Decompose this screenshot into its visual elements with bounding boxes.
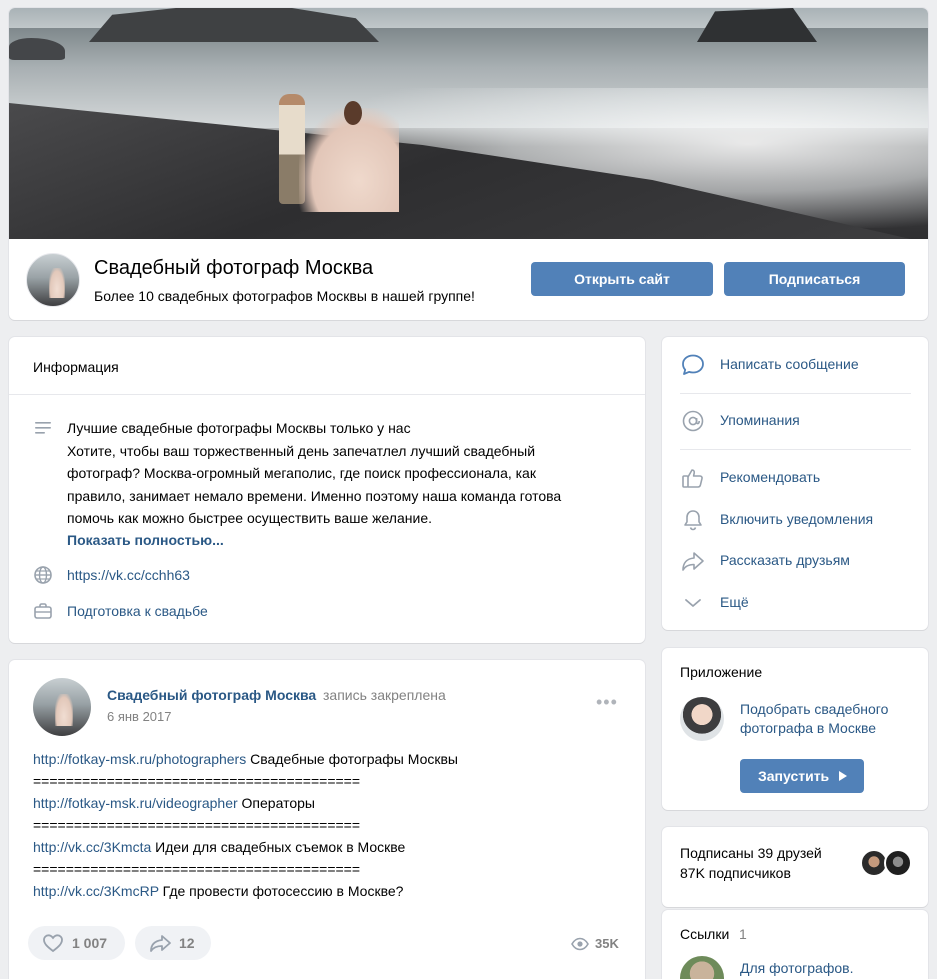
group-avatar[interactable] <box>26 253 80 307</box>
post-line: http://vk.cc/3Kmcta Идеи для свадебных с… <box>33 839 406 855</box>
post-author-avatar[interactable] <box>33 678 91 736</box>
subscribe-button[interactable]: Подписаться <box>724 262 905 296</box>
links-heading: Ссылки <box>680 926 730 942</box>
briefcase-icon <box>34 603 52 619</box>
subscribers-count: 87K подписчиков <box>680 865 791 881</box>
pinned-post: Свадебный фотограф Москва запись закрепл… <box>9 660 645 979</box>
share-count: 12 <box>179 935 195 951</box>
app-image[interactable] <box>680 697 724 741</box>
bell-icon <box>684 510 702 531</box>
post-link[interactable]: http://fotkay-msk.ru/videographer <box>33 795 238 811</box>
open-site-button[interactable]: Открыть сайт <box>531 262 713 296</box>
link-image[interactable] <box>680 956 724 979</box>
share-button[interactable]: 12 <box>135 926 211 960</box>
like-button[interactable]: 1 007 <box>28 926 125 960</box>
heart-icon <box>43 934 63 953</box>
post-link[interactable]: http://vk.cc/3Kmcta <box>33 839 151 855</box>
app-name-link[interactable]: Подобрать свадебного фотографа в Москве <box>740 700 915 738</box>
post-line: http://fotkay-msk.ru/videographer Операт… <box>33 795 315 811</box>
action-notifications[interactable]: Включить уведомления <box>680 508 910 532</box>
eye-icon <box>571 937 589 951</box>
more-icon[interactable]: ••• <box>596 693 618 711</box>
post-line: http://vk.cc/3KmcRP Где провести фотосес… <box>33 883 404 899</box>
views-counter: 35K <box>571 936 619 951</box>
share-icon <box>682 552 704 571</box>
chevron-down-icon <box>685 599 701 607</box>
group-actions: Написать сообщение Упоминания Рекомендов… <box>662 337 928 630</box>
message-icon <box>682 354 704 375</box>
description-icon <box>35 422 51 434</box>
post-link[interactable]: http://vk.cc/3KmcRP <box>33 883 159 899</box>
post-line: http://fotkay-msk.ru/photographers Сваде… <box>33 751 458 767</box>
group-title: Свадебный фотограф Москва <box>94 257 374 279</box>
link-item[interactable]: Для фотографов. <box>740 960 853 976</box>
followers-widget[interactable]: Подписаны 39 друзей 87K подписчиков <box>662 827 928 907</box>
group-header: Свадебный фотограф Москва Более 10 сваде… <box>9 8 928 320</box>
launch-app-button[interactable]: Запустить <box>740 759 864 793</box>
globe-icon <box>34 566 52 584</box>
links-count: 1 <box>739 926 747 942</box>
play-icon <box>839 771 847 781</box>
app-widget: Приложение Подобрать свадебного фотограф… <box>662 648 928 810</box>
post-line: ======================================== <box>33 817 361 833</box>
action-mentions[interactable]: Упоминания <box>680 409 910 433</box>
links-widget: Ссылки 1 Для фотографов. <box>662 910 928 979</box>
like-count: 1 007 <box>72 935 108 951</box>
app-heading: Приложение <box>680 664 763 680</box>
post-pinned-label: запись закреплена <box>323 687 446 703</box>
post-link[interactable]: http://fotkay-msk.ru/photographers <box>33 751 246 767</box>
info-card: Информация Лучшие свадебные фотографы Мо… <box>9 337 645 643</box>
action-recommend[interactable]: Рекомендовать <box>680 466 910 490</box>
action-more[interactable]: Ещё <box>680 591 910 615</box>
friend-avatar <box>884 849 912 877</box>
group-status: Более 10 свадебных фотографов Москвы в н… <box>94 288 475 304</box>
post-line: ======================================== <box>33 861 361 877</box>
site-link[interactable]: https://vk.cc/cchh63 <box>67 567 190 583</box>
post-date[interactable]: 6 янв 2017 <box>107 709 172 724</box>
share-icon <box>150 935 171 952</box>
friends-subscribed: Подписаны 39 друзей <box>680 845 822 861</box>
info-heading: Информация <box>9 337 645 395</box>
cover-image <box>9 8 928 239</box>
at-icon <box>682 410 704 432</box>
show-more-link[interactable]: Показать полностью... <box>67 532 224 548</box>
post-line: ======================================== <box>33 773 361 789</box>
post-text: http://fotkay-msk.ru/photographers Сваде… <box>33 748 458 902</box>
thumb-up-icon <box>682 469 703 488</box>
action-tell-friends[interactable]: Рассказать друзьям <box>680 549 910 573</box>
action-write-message[interactable]: Написать сообщение <box>680 353 910 377</box>
post-author[interactable]: Свадебный фотограф Москва <box>107 687 316 703</box>
category-link[interactable]: Подготовка к свадьбе <box>67 603 208 619</box>
group-description: Лучшие свадебные фотографы Москвы только… <box>67 420 562 526</box>
